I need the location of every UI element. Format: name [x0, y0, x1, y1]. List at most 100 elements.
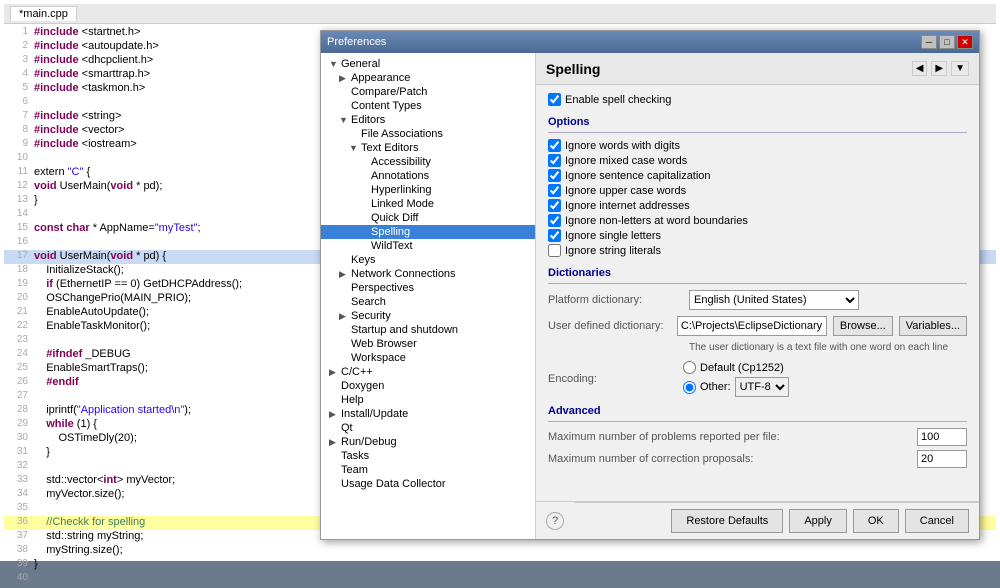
- platform-dict-select[interactable]: English (United States): [689, 290, 859, 310]
- tree-label: Linked Mode: [371, 198, 434, 210]
- help-button[interactable]: ?: [546, 512, 564, 530]
- tree-label: Accessibility: [371, 156, 431, 168]
- opt-mixed-row: Ignore mixed case words: [548, 154, 967, 167]
- preferences-dialog: Preferences ─ □ ✕ ▼ General ▶ Appearance…: [320, 30, 980, 540]
- opt-single-checkbox[interactable]: [548, 229, 561, 242]
- dialog-titlebar: Preferences ─ □ ✕: [321, 31, 979, 53]
- spelling-content: Enable spell checking Options Ignore wor…: [536, 85, 979, 501]
- tree-label: Appearance: [351, 72, 410, 84]
- nav-menu-button[interactable]: ▼: [951, 61, 969, 76]
- tree-item-tasks[interactable]: Tasks: [321, 449, 535, 463]
- page-title: Spelling: [546, 61, 600, 77]
- apply-button[interactable]: Apply: [789, 509, 847, 533]
- expand-icon: [329, 381, 339, 391]
- max-problems-label: Maximum number of problems reported per …: [548, 431, 913, 443]
- options-section-label: Options: [548, 116, 967, 128]
- encoding-default-radio[interactable]: [683, 361, 696, 374]
- tree-item-install[interactable]: ▶ Install/Update: [321, 407, 535, 421]
- encoding-default-label: Default (Cp1252): [700, 362, 784, 374]
- tree-label: Doxygen: [341, 380, 384, 392]
- tree-label: General: [341, 58, 380, 70]
- tree-item-editors[interactable]: ▼ Editors: [321, 113, 535, 127]
- expand-icon: [329, 395, 339, 405]
- tree-item-content-types[interactable]: Content Types: [321, 99, 535, 113]
- tree-item-search[interactable]: Search: [321, 295, 535, 309]
- tree-item-cpp[interactable]: ▶ C/C++: [321, 365, 535, 379]
- tree-label: Spelling: [371, 226, 410, 238]
- nav-forward-button[interactable]: ▶: [931, 61, 947, 76]
- minimize-button[interactable]: ─: [921, 35, 937, 49]
- tree-label: File Associations: [361, 128, 443, 140]
- encoding-other-radio[interactable]: [683, 381, 696, 394]
- tree-item-doxygen[interactable]: Doxygen: [321, 379, 535, 393]
- tree-item-file-assoc[interactable]: File Associations: [321, 127, 535, 141]
- tree-item-compare[interactable]: Compare/Patch: [321, 85, 535, 99]
- expand-icon: [339, 255, 349, 265]
- tree-item-security[interactable]: ▶ Security: [321, 309, 535, 323]
- tree-item-web-browser[interactable]: Web Browser: [321, 337, 535, 351]
- tree-item-quick-diff[interactable]: Quick Diff: [321, 211, 535, 225]
- tree-item-workspace[interactable]: Workspace: [321, 351, 535, 365]
- enable-spell-row: Enable spell checking: [548, 93, 967, 106]
- tree-label: Editors: [351, 114, 385, 126]
- restore-defaults-button[interactable]: Restore Defaults: [671, 509, 783, 533]
- tree-label: WildText: [371, 240, 413, 252]
- tree-item-qt[interactable]: Qt: [321, 421, 535, 435]
- ok-button[interactable]: OK: [853, 509, 899, 533]
- encoding-select[interactable]: UTF-8: [735, 377, 789, 397]
- header-nav: ◀ ▶ ▼: [912, 61, 969, 76]
- opt-string-checkbox[interactable]: [548, 244, 561, 257]
- tree-item-text-editors[interactable]: ▼ Text Editors: [321, 141, 535, 155]
- opt-mixed-checkbox[interactable]: [548, 154, 561, 167]
- tree-item-appearance[interactable]: ▶ Appearance: [321, 71, 535, 85]
- nav-back-button[interactable]: ◀: [912, 61, 928, 76]
- enable-spell-checkbox[interactable]: [548, 93, 561, 106]
- user-dict-input[interactable]: [677, 316, 827, 336]
- tree-item-general[interactable]: ▼ General: [321, 57, 535, 71]
- browse-button[interactable]: Browse...: [833, 316, 893, 336]
- tree-item-usage[interactable]: Usage Data Collector: [321, 477, 535, 491]
- tree-item-annotations[interactable]: Annotations: [321, 169, 535, 183]
- opt-upper-checkbox[interactable]: [548, 184, 561, 197]
- opt-boundaries-label: Ignore non-letters at word boundaries: [565, 215, 748, 227]
- expand-icon: [339, 353, 349, 363]
- expand-icon: [339, 283, 349, 293]
- expand-icon: ▼: [349, 143, 359, 153]
- opt-boundaries-checkbox[interactable]: [548, 214, 561, 227]
- max-problems-input[interactable]: [917, 428, 967, 446]
- tree-item-hyperlinking[interactable]: Hyperlinking: [321, 183, 535, 197]
- variables-button[interactable]: Variables...: [899, 316, 967, 336]
- advanced-section-label: Advanced: [548, 405, 967, 417]
- opt-sentence-row: Ignore sentence capitalization: [548, 169, 967, 182]
- expand-icon: [359, 171, 369, 181]
- tree-item-help[interactable]: Help: [321, 393, 535, 407]
- tree-label: Help: [341, 394, 364, 406]
- tree-item-network[interactable]: ▶ Network Connections: [321, 267, 535, 281]
- tree-item-keys[interactable]: Keys: [321, 253, 535, 267]
- opt-sentence-checkbox[interactable]: [548, 169, 561, 182]
- options-divider: [548, 132, 967, 133]
- expand-icon: [359, 213, 369, 223]
- tree-label: Keys: [351, 254, 375, 266]
- expand-icon: ▼: [339, 115, 349, 125]
- tree-item-run-debug[interactable]: ▶ Run/Debug: [321, 435, 535, 449]
- opt-internet-checkbox[interactable]: [548, 199, 561, 212]
- tree-item-accessibility[interactable]: Accessibility: [321, 155, 535, 169]
- tree-panel: ▼ General ▶ Appearance Compare/Patch Con…: [321, 53, 536, 539]
- tree-item-team[interactable]: Team: [321, 463, 535, 477]
- editor-tab[interactable]: *main.cpp: [10, 6, 77, 21]
- cancel-button[interactable]: Cancel: [905, 509, 969, 533]
- bottom-area: ? Restore Defaults Apply OK Cancel: [536, 501, 979, 539]
- expand-icon: ▼: [329, 59, 339, 69]
- opt-string-label: Ignore string literals: [565, 245, 661, 257]
- tree-item-perspectives[interactable]: Perspectives: [321, 281, 535, 295]
- tree-item-wildtext[interactable]: WildText: [321, 239, 535, 253]
- maximize-button[interactable]: □: [939, 35, 955, 49]
- tree-item-startup[interactable]: Startup and shutdown: [321, 323, 535, 337]
- max-proposals-input[interactable]: [917, 450, 967, 468]
- tree-item-spelling[interactable]: Spelling: [321, 225, 535, 239]
- tree-item-linked-mode[interactable]: Linked Mode: [321, 197, 535, 211]
- opt-digits-checkbox[interactable]: [548, 139, 561, 152]
- close-button[interactable]: ✕: [957, 35, 973, 49]
- expand-icon: [339, 339, 349, 349]
